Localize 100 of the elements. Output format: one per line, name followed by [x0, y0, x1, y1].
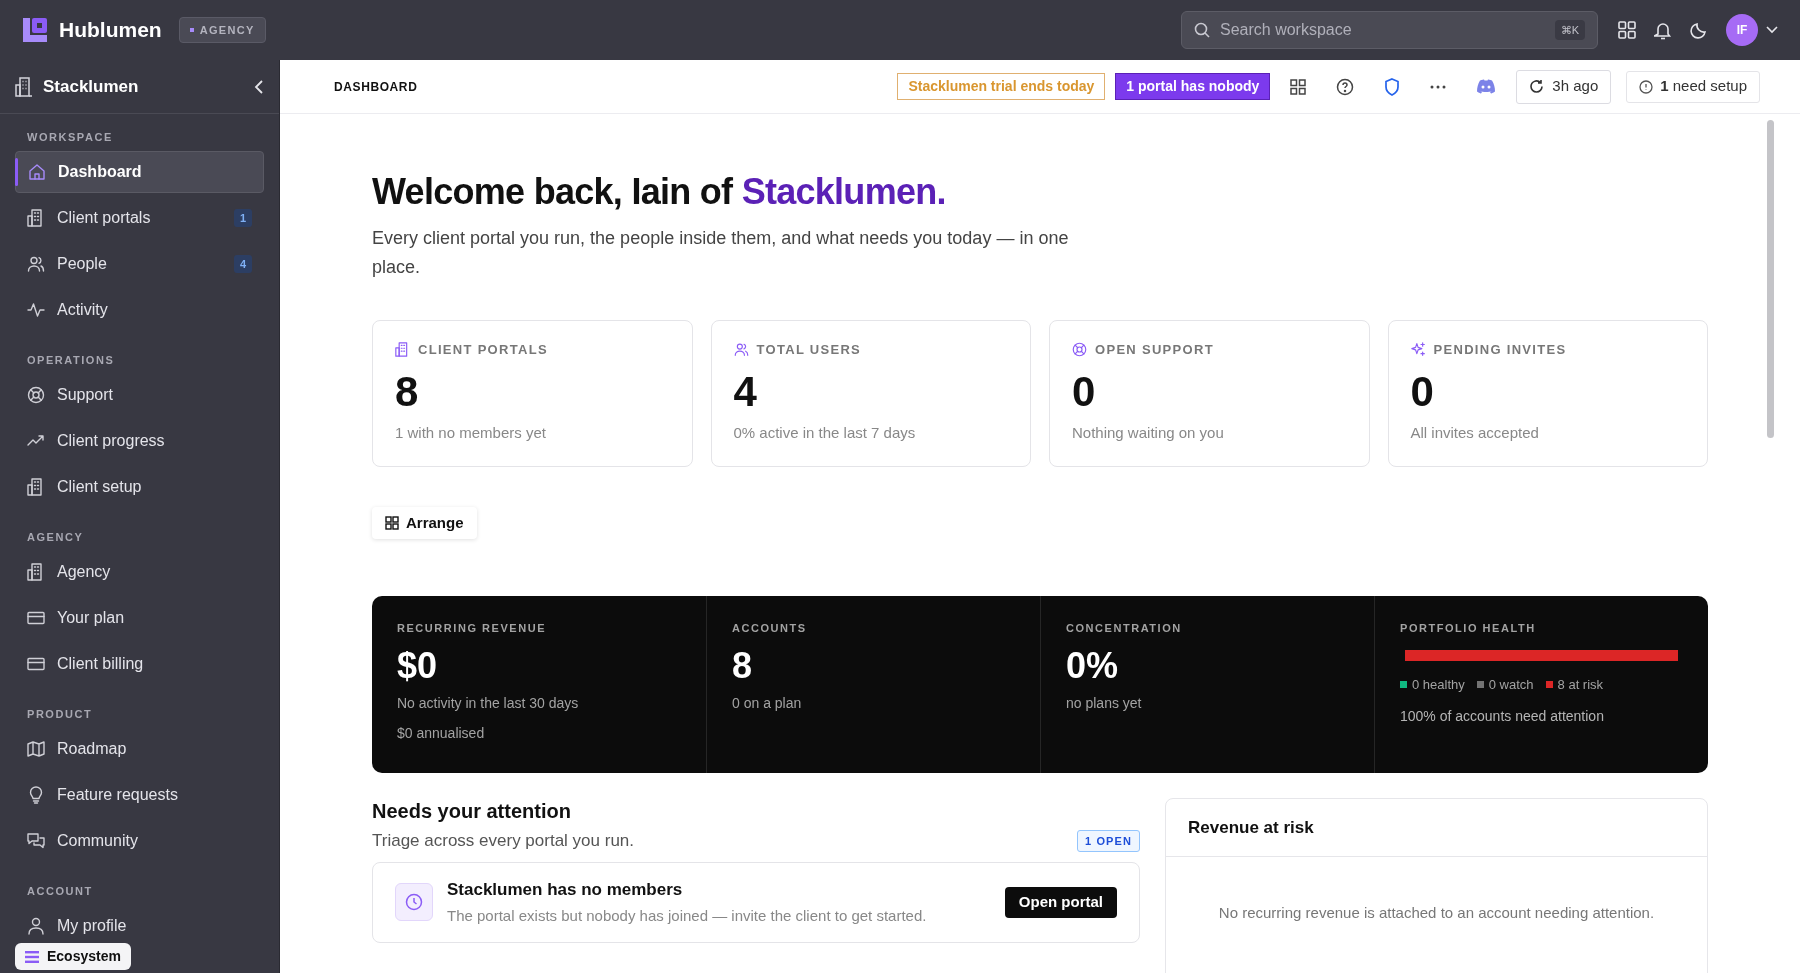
info-icon	[1639, 79, 1654, 94]
metric-label: ACCOUNTS	[732, 621, 808, 636]
workspace-name: Stacklumen	[43, 75, 140, 98]
bell-icon[interactable]	[1654, 20, 1672, 40]
section-heading: PRODUCT	[26, 706, 94, 722]
clock-icon	[395, 883, 433, 921]
stat-value: 0	[1410, 366, 1435, 417]
search-bar[interactable]: Search workspace ⌘K	[1181, 11, 1598, 49]
refresh-icon	[1529, 79, 1545, 94]
attention-title: Stacklumen has no members	[447, 879, 684, 901]
search-field[interactable]: Search workspace	[1220, 18, 1545, 42]
metric-label: PORTFOLIO HEALTH	[1400, 621, 1537, 636]
scrollbar-thumb[interactable]	[1767, 120, 1774, 438]
nav-item[interactable]: Client setup	[15, 466, 264, 508]
sparkle-icon	[1410, 342, 1426, 358]
nav-item[interactable]: People 4	[15, 243, 264, 285]
sync-button[interactable]: 3h ago	[1516, 69, 1612, 104]
stat-value: 4	[733, 366, 758, 417]
metric-value: $0	[397, 643, 439, 688]
stat-label: TOTAL USERS	[756, 341, 862, 359]
section-heading: AGENCY	[26, 529, 85, 545]
chat-controller-icon[interactable]	[1476, 79, 1497, 94]
empty-message: No recurring revenue is attached to an account needing attention.	[1218, 902, 1655, 923]
nav-item[interactable]: Dashboard	[15, 151, 264, 193]
metric-value: 8	[732, 643, 754, 688]
search-icon	[1194, 22, 1210, 38]
stat-label: CLIENT PORTALS	[418, 341, 548, 359]
map-icon	[27, 740, 45, 758]
open-count-badge: 1 OPEN	[1077, 829, 1140, 852]
section-heading: OPERATIONS	[26, 352, 116, 368]
lifebuoy-icon	[27, 386, 45, 404]
apps-grid-icon[interactable]	[1618, 21, 1636, 39]
ecosystem-button[interactable]: Ecosystem	[15, 943, 131, 970]
logo-icon	[22, 17, 48, 43]
metric-note: 0 on a plan	[732, 693, 803, 713]
nav-item[interactable]: Support	[15, 374, 264, 416]
setup-button[interactable]: 1 need setup	[1626, 70, 1760, 103]
open-portal-button[interactable]: Open portal	[1004, 886, 1117, 918]
stat-note: 1 with no members yet	[395, 422, 547, 443]
nav-item[interactable]: Activity	[15, 289, 264, 331]
nav-item[interactable]: Client progress	[15, 420, 264, 462]
metric-note: No activity in the last 30 days	[397, 693, 580, 713]
building-icon	[15, 76, 33, 97]
nav-item[interactable]: Your plan	[15, 597, 264, 639]
grid-icon[interactable]	[1290, 78, 1307, 95]
moon-icon[interactable]	[1690, 21, 1708, 39]
welcome-text: Every client portal you run, the people inside them, and what needs you today — in one place.	[372, 227, 1070, 279]
welcome-heading: Welcome back, Iain of Stacklumen.	[372, 170, 947, 214]
pulse-icon	[27, 301, 45, 319]
people-icon	[27, 255, 45, 273]
nav-item[interactable]: Client billing	[15, 643, 264, 685]
page-title: DASHBOARD	[334, 78, 418, 96]
menu-icon	[25, 950, 39, 963]
arrange-button[interactable]: Arrange	[372, 507, 477, 539]
nav-item[interactable]: Community	[15, 820, 264, 862]
stat-value: 8	[395, 366, 420, 417]
alert-badge[interactable]: 1 portal has nobody	[1115, 73, 1271, 100]
legend-label: 0 watch	[1488, 675, 1534, 694]
count-badge: 1	[234, 209, 252, 227]
count-badge: 4	[234, 255, 252, 273]
metric-value: 0%	[1066, 643, 1120, 688]
stat-note: Nothing waiting on you	[1072, 422, 1225, 443]
section-heading: ACCOUNT	[26, 883, 94, 899]
building-icon	[395, 342, 410, 358]
stat-note: 0% active in the last 7 days	[733, 422, 917, 443]
stat-note: All invites accepted	[1410, 422, 1540, 443]
people-icon	[733, 342, 749, 358]
legend-label: 0 healthy	[1412, 675, 1465, 694]
card-icon	[27, 609, 45, 627]
metric-note: 100% of accounts need attention	[1400, 707, 1605, 726]
home-icon	[28, 163, 46, 181]
attention-text: The portal exists but nobody has joined — invite the client to get started.	[447, 905, 928, 926]
chat-icon	[27, 832, 45, 850]
lifebuoy-icon	[1072, 342, 1087, 358]
chevron-down-icon[interactable]	[1766, 26, 1778, 34]
shortcut-hint: ⌘K	[1554, 19, 1585, 41]
metric-label: CONCENTRATION	[1066, 621, 1183, 636]
nav-item[interactable]: Feature requests	[15, 774, 264, 816]
help-icon[interactable]	[1336, 77, 1355, 96]
more-icon[interactable]	[1430, 84, 1447, 89]
user-icon	[27, 917, 45, 935]
metric-note: $0 annualised	[397, 723, 486, 743]
lightbulb-icon	[27, 786, 45, 804]
building-icon	[27, 209, 45, 227]
stat-label: OPEN SUPPORT	[1095, 341, 1214, 359]
brand-name: Hublumen	[59, 17, 162, 44]
section-heading: WORKSPACE	[26, 129, 114, 145]
nav-item[interactable]: Client portals 1	[15, 197, 264, 239]
section-subtitle: Triage across every portal you run.	[372, 830, 635, 852]
card-icon	[27, 655, 45, 673]
nav-item[interactable]: Roadmap	[15, 728, 264, 770]
card-title: Revenue at risk	[1188, 816, 1314, 839]
section-title: Needs your attention	[372, 799, 572, 824]
shield-icon[interactable]	[1384, 77, 1401, 96]
legend-label: 8 at risk	[1557, 675, 1604, 694]
nav-item[interactable]: Agency	[15, 551, 264, 593]
collapse-icon[interactable]	[254, 79, 264, 94]
metric-label: RECURRING REVENUE	[397, 621, 548, 636]
agency-badge: AGENCY	[178, 17, 266, 43]
building-icon	[27, 563, 45, 581]
